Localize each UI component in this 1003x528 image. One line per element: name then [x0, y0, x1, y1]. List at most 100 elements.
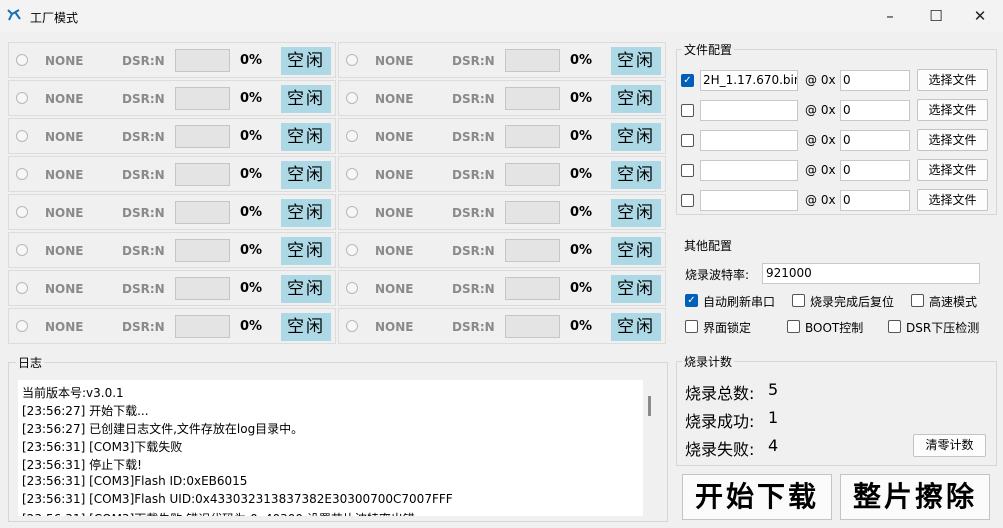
port-slot: NONE DSR:N 0% 空闲 [8, 232, 336, 268]
port-select-radio[interactable] [16, 130, 28, 142]
port-dsr: DSR:N [452, 168, 495, 182]
reset-after-label: 烧录完成后复位 [810, 295, 895, 309]
port-select-radio[interactable] [16, 54, 28, 66]
port-select-radio[interactable] [16, 92, 28, 104]
address-prefix: @ 0x [805, 163, 836, 177]
port-slot: NONE DSR:N 0% 空闲 [338, 270, 666, 306]
address-field[interactable]: 0 [840, 190, 910, 211]
port-select-radio[interactable] [346, 168, 358, 180]
port-status: 空闲 [281, 123, 331, 151]
port-dsr: DSR:N [452, 206, 495, 220]
select-file-button[interactable]: 选择文件 [917, 129, 988, 151]
port-status: 空闲 [611, 85, 661, 113]
title-bar: 工厂模式 – ☐ ✕ [0, 0, 1003, 32]
close-button[interactable]: ✕ [957, 0, 1003, 32]
file-enable-checkbox[interactable] [681, 194, 694, 207]
address-field[interactable]: 0 [840, 70, 910, 91]
port-dsr: DSR:N [452, 54, 495, 68]
port-name: NONE [375, 54, 414, 68]
port-percent: 0% [240, 129, 263, 144]
burn-count-title: 烧录计数 [682, 353, 735, 370]
port-percent: 0% [240, 319, 263, 334]
port-name: NONE [45, 54, 84, 68]
file-path-field[interactable] [700, 190, 798, 211]
port-progress-bar [175, 125, 230, 148]
port-select-radio[interactable] [346, 130, 358, 142]
file-path-field[interactable] [700, 160, 798, 181]
total-count-label: 烧录总数: [685, 384, 755, 403]
port-progress-bar [505, 49, 560, 72]
address-field[interactable]: 0 [840, 130, 910, 151]
port-select-radio[interactable] [346, 206, 358, 218]
port-select-radio[interactable] [346, 92, 358, 104]
boot-ctrl-label: BOOT控制 [805, 321, 864, 335]
port-dsr: DSR:N [452, 320, 495, 334]
select-file-button[interactable]: 选择文件 [917, 69, 988, 91]
total-count-value: 5 [768, 380, 779, 399]
start-download-button[interactable]: 开始下载 [682, 474, 832, 520]
log-output[interactable]: 当前版本号:v3.0.1 [23:56:27] 开始下载... [23:56:27]… [18, 380, 643, 516]
port-percent: 0% [240, 53, 263, 68]
baud-label: 烧录波特率: [685, 268, 750, 282]
file-enable-checkbox[interactable] [681, 164, 694, 177]
file-row: @ 0x 0 选择文件 [680, 188, 995, 214]
ui-lock-checkbox[interactable] [685, 320, 698, 333]
log-line: [23:56:27] 已创建日志文件,文件存放在log目录中。 [22, 422, 304, 436]
port-dsr: DSR:N [122, 54, 165, 68]
file-path-field[interactable] [700, 100, 798, 121]
port-percent: 0% [240, 167, 263, 182]
file-enable-checkbox[interactable] [681, 104, 694, 117]
address-field[interactable]: 0 [840, 100, 910, 121]
maximize-button[interactable]: ☐ [913, 0, 959, 32]
select-file-button[interactable]: 选择文件 [917, 159, 988, 181]
port-status: 空闲 [281, 237, 331, 265]
port-name: NONE [45, 168, 84, 182]
port-select-radio[interactable] [16, 320, 28, 332]
dsr-detect-checkbox[interactable] [888, 320, 901, 333]
file-path-field[interactable] [700, 130, 798, 151]
port-status: 空闲 [281, 85, 331, 113]
address-field[interactable]: 0 [840, 160, 910, 181]
port-percent: 0% [240, 205, 263, 220]
port-slot: NONE DSR:N 0% 空闲 [338, 156, 666, 192]
port-name: NONE [45, 320, 84, 334]
port-status: 空闲 [611, 275, 661, 303]
log-title: 日志 [16, 354, 45, 371]
port-select-radio[interactable] [346, 244, 358, 256]
file-path-field[interactable]: 2H_1.17.670.bin [700, 70, 798, 91]
port-select-radio[interactable] [346, 282, 358, 294]
select-file-button[interactable]: 选择文件 [917, 99, 988, 121]
port-select-radio[interactable] [16, 206, 28, 218]
log-scrollbar[interactable] [648, 396, 651, 416]
port-row: NONE DSR:N 0% 空闲 NONE DSR:N 0% 空闲 [8, 42, 668, 78]
port-select-radio[interactable] [346, 320, 358, 332]
port-slot: NONE DSR:N 0% 空闲 [338, 80, 666, 116]
port-percent: 0% [570, 319, 593, 334]
port-row: NONE DSR:N 0% 空闲 NONE DSR:N 0% 空闲 [8, 308, 668, 344]
log-line: [23:56:31] 停止下载! [22, 458, 142, 472]
port-slot: NONE DSR:N 0% 空闲 [8, 80, 336, 116]
boot-ctrl-checkbox[interactable] [787, 320, 800, 333]
port-percent: 0% [240, 243, 263, 258]
select-file-button[interactable]: 选择文件 [917, 189, 988, 211]
auto-refresh-checkbox[interactable]: ✓ [685, 294, 698, 307]
port-status: 空闲 [611, 237, 661, 265]
baud-input[interactable]: 921000 [762, 263, 980, 284]
fail-count-label: 烧录失败: [685, 440, 755, 459]
file-enable-checkbox[interactable] [681, 134, 694, 147]
minimize-button[interactable]: – [867, 0, 913, 32]
port-select-radio[interactable] [346, 54, 358, 66]
port-status: 空闲 [281, 199, 331, 227]
port-select-radio[interactable] [16, 244, 28, 256]
port-name: NONE [45, 130, 84, 144]
clear-count-button[interactable]: 清零计数 [913, 434, 986, 457]
port-dsr: DSR:N [122, 168, 165, 182]
port-status: 空闲 [281, 161, 331, 189]
file-enable-checkbox[interactable]: ✓ [681, 74, 694, 87]
port-select-radio[interactable] [16, 282, 28, 294]
chip-erase-button[interactable]: 整片擦除 [840, 474, 990, 520]
port-select-radio[interactable] [16, 168, 28, 180]
high-speed-checkbox[interactable] [911, 294, 924, 307]
port-status: 空闲 [281, 313, 331, 341]
reset-after-checkbox[interactable] [792, 294, 805, 307]
